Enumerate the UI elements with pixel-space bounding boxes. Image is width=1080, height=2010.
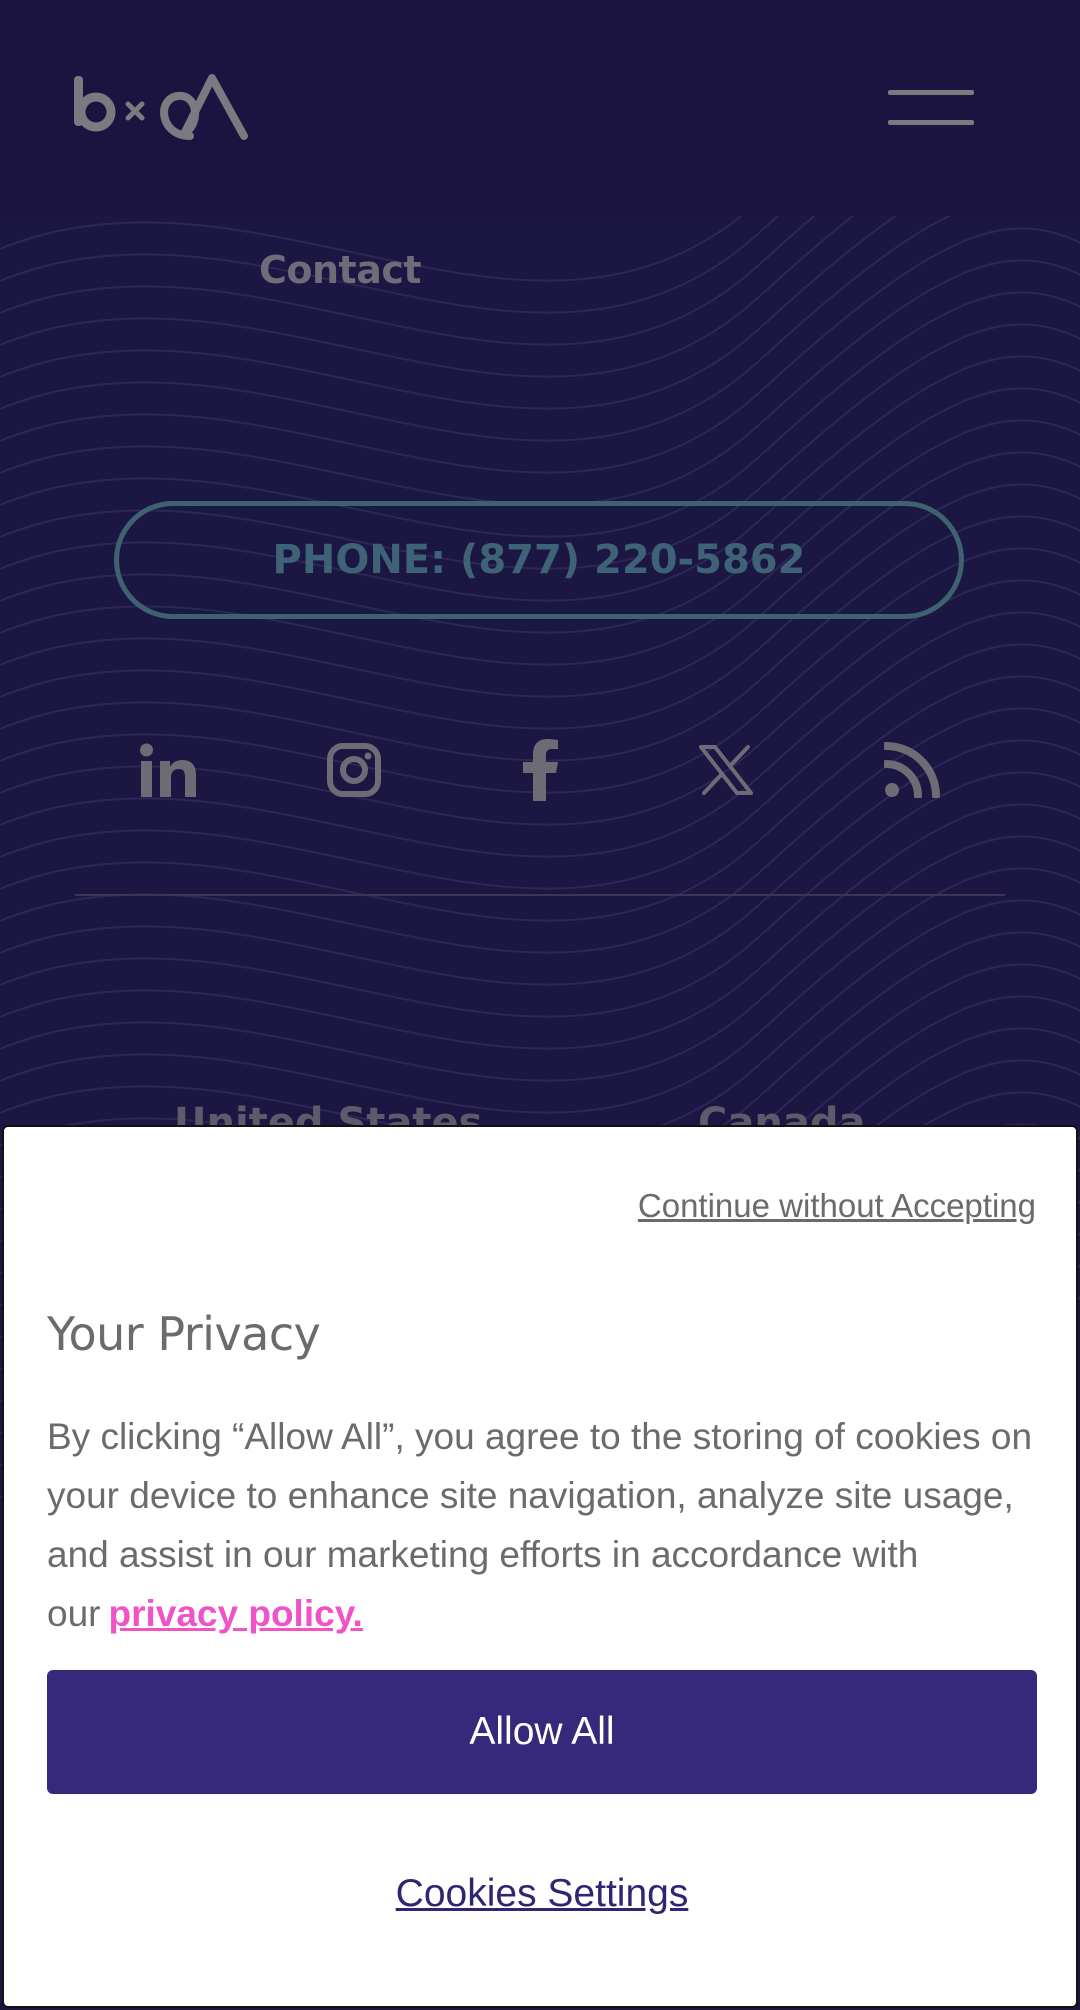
continue-without-accepting-link[interactable]: Continue without Accepting: [638, 1187, 1036, 1225]
facebook-icon[interactable]: [500, 730, 580, 810]
social-links: [0, 730, 1080, 810]
phone-button-label: PHONE: (877) 220-5862: [272, 537, 806, 583]
menu-bar-bottom: [888, 120, 974, 125]
site-header: [0, 0, 1080, 216]
contact-link[interactable]: Contact: [259, 248, 422, 292]
privacy-title: Your Privacy: [47, 1307, 321, 1361]
linkedin-icon[interactable]: [128, 730, 208, 810]
phone-button[interactable]: PHONE: (877) 220-5862: [114, 501, 964, 619]
x-icon[interactable]: [686, 730, 766, 810]
cookies-settings-link[interactable]: Cookies Settings: [4, 1872, 1080, 1916]
rss-icon[interactable]: [872, 730, 952, 810]
hamburger-menu-icon[interactable]: [888, 84, 974, 130]
privacy-description: By clicking “Allow All”, you agree to th…: [47, 1407, 1042, 1643]
brand-logo[interactable]: [72, 70, 252, 150]
allow-all-button[interactable]: Allow All: [47, 1670, 1037, 1794]
instagram-icon[interactable]: [314, 730, 394, 810]
cookie-consent-banner: Continue without Accepting Your Privacy …: [2, 1125, 1078, 2008]
menu-bar-top: [888, 90, 974, 95]
footer-divider: [75, 894, 1005, 896]
privacy-policy-link[interactable]: privacy policy.: [108, 1593, 362, 1634]
